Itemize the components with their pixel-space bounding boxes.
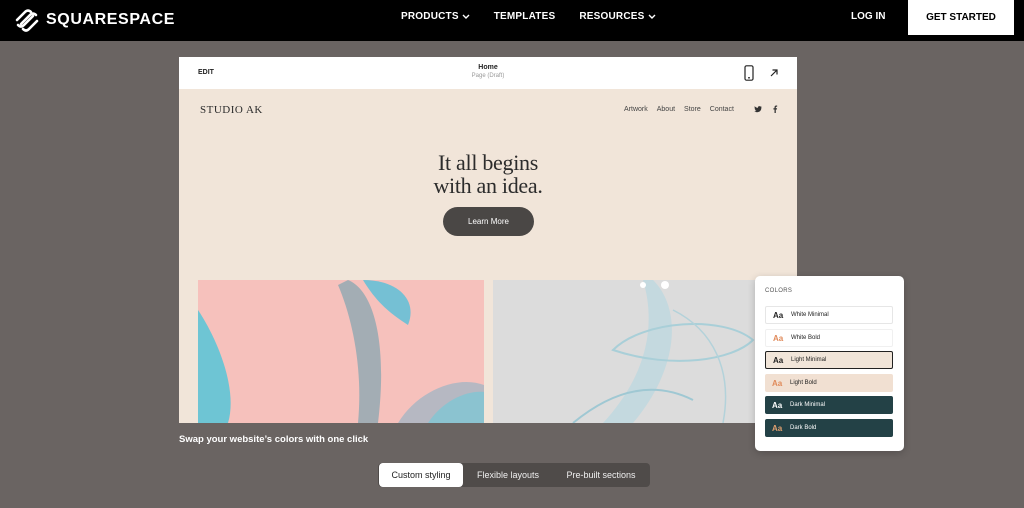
color-option-white-bold[interactable]: Aa White Bold <box>765 329 893 347</box>
login-link[interactable]: LOG IN <box>851 0 885 33</box>
squarespace-logo-icon <box>15 9 39 32</box>
font-sample-aa: Aa <box>773 333 784 343</box>
color-option-label: Light Minimal <box>791 357 827 363</box>
top-nav: SQUARESPACE PRODUCTS TEMPLATES RESOURCES… <box>0 0 1024 41</box>
font-sample-aa: Aa <box>772 378 783 388</box>
artwork-pink-illustration <box>198 280 484 423</box>
editor-toolbar: EDIT Home Page (Draft) <box>179 57 797 89</box>
color-option-dark-bold[interactable]: Aa Dark Bold <box>765 419 893 437</box>
nav-resources[interactable]: RESOURCES <box>579 11 655 22</box>
feature-caption: Swap your website’s colors with one clic… <box>179 434 369 445</box>
color-option-white-minimal[interactable]: Aa White Minimal <box>765 306 893 324</box>
color-option-label: White Bold <box>791 335 821 341</box>
page-status: Page (Draft) <box>471 73 505 79</box>
squarespace-logo[interactable]: SQUARESPACE <box>14 7 175 33</box>
site-brand[interactable]: STUDIO AK <box>200 104 263 116</box>
get-started-button[interactable]: GET STARTED <box>908 0 1014 35</box>
nav-products-label: PRODUCTS <box>401 11 459 22</box>
nav-products[interactable]: PRODUCTS <box>401 11 470 22</box>
artwork-image-pink <box>198 280 484 423</box>
color-option-light-bold[interactable]: Aa Light Bold <box>765 374 893 392</box>
site-nav-contact[interactable]: Contact <box>710 106 734 113</box>
main-menu: PRODUCTS TEMPLATES RESOURCES <box>401 0 680 33</box>
expand-arrow-icon[interactable] <box>769 68 779 78</box>
chevron-down-icon <box>462 14 470 19</box>
hero-headline-line2: with an idea. <box>433 173 543 198</box>
social-links <box>754 105 779 113</box>
hero-headline: It all begins with an idea. <box>179 151 797 197</box>
learn-more-button[interactable]: Learn More <box>443 207 534 236</box>
nav-resources-label: RESOURCES <box>579 11 645 22</box>
artwork-image-grey <box>493 280 797 423</box>
mobile-preview-icon[interactable] <box>744 65 754 81</box>
site-nav: Artwork About Store Contact <box>624 106 734 113</box>
color-option-dark-minimal[interactable]: Aa Dark Minimal <box>765 396 893 414</box>
colors-panel-title: COLORS <box>765 288 793 294</box>
nav-templates-label: TEMPLATES <box>493 11 556 22</box>
feature-tabs: Custom styling Flexible layouts Pre-buil… <box>378 463 650 487</box>
color-option-label: White Minimal <box>791 312 829 318</box>
website-preview: EDIT Home Page (Draft) STUDIO AK Artwork… <box>179 57 797 423</box>
chevron-down-icon <box>648 14 655 19</box>
page-title: Home <box>478 64 498 71</box>
color-option-label: Light Bold <box>790 380 817 386</box>
tab-custom-styling[interactable]: Custom styling <box>379 463 463 487</box>
site-nav-artwork[interactable]: Artwork <box>624 106 648 113</box>
nav-templates[interactable]: TEMPLATES <box>494 11 556 22</box>
brand-name: SQUARESPACE <box>46 11 175 28</box>
site-nav-store[interactable]: Store <box>684 106 701 113</box>
color-option-label: Dark Minimal <box>790 402 826 408</box>
tab-pre-built-sections[interactable]: Pre-built sections <box>554 463 648 487</box>
font-sample-aa: Aa <box>772 400 783 410</box>
colors-panel: COLORS Aa White Minimal Aa White Bold Aa… <box>755 276 904 451</box>
hero-headline-line1: It all begins <box>438 150 538 175</box>
font-sample-aa: Aa <box>773 310 784 320</box>
color-option-label: Dark Bold <box>790 425 817 431</box>
font-sample-aa: Aa <box>773 355 784 365</box>
artwork-grey-illustration <box>572 280 755 423</box>
font-sample-aa: Aa <box>772 423 783 433</box>
facebook-icon[interactable] <box>771 105 779 113</box>
twitter-icon[interactable] <box>754 105 762 113</box>
tab-flexible-layouts[interactable]: Flexible layouts <box>466 463 550 487</box>
color-option-light-minimal[interactable]: Aa Light Minimal <box>765 351 893 369</box>
site-nav-about[interactable]: About <box>657 106 675 113</box>
